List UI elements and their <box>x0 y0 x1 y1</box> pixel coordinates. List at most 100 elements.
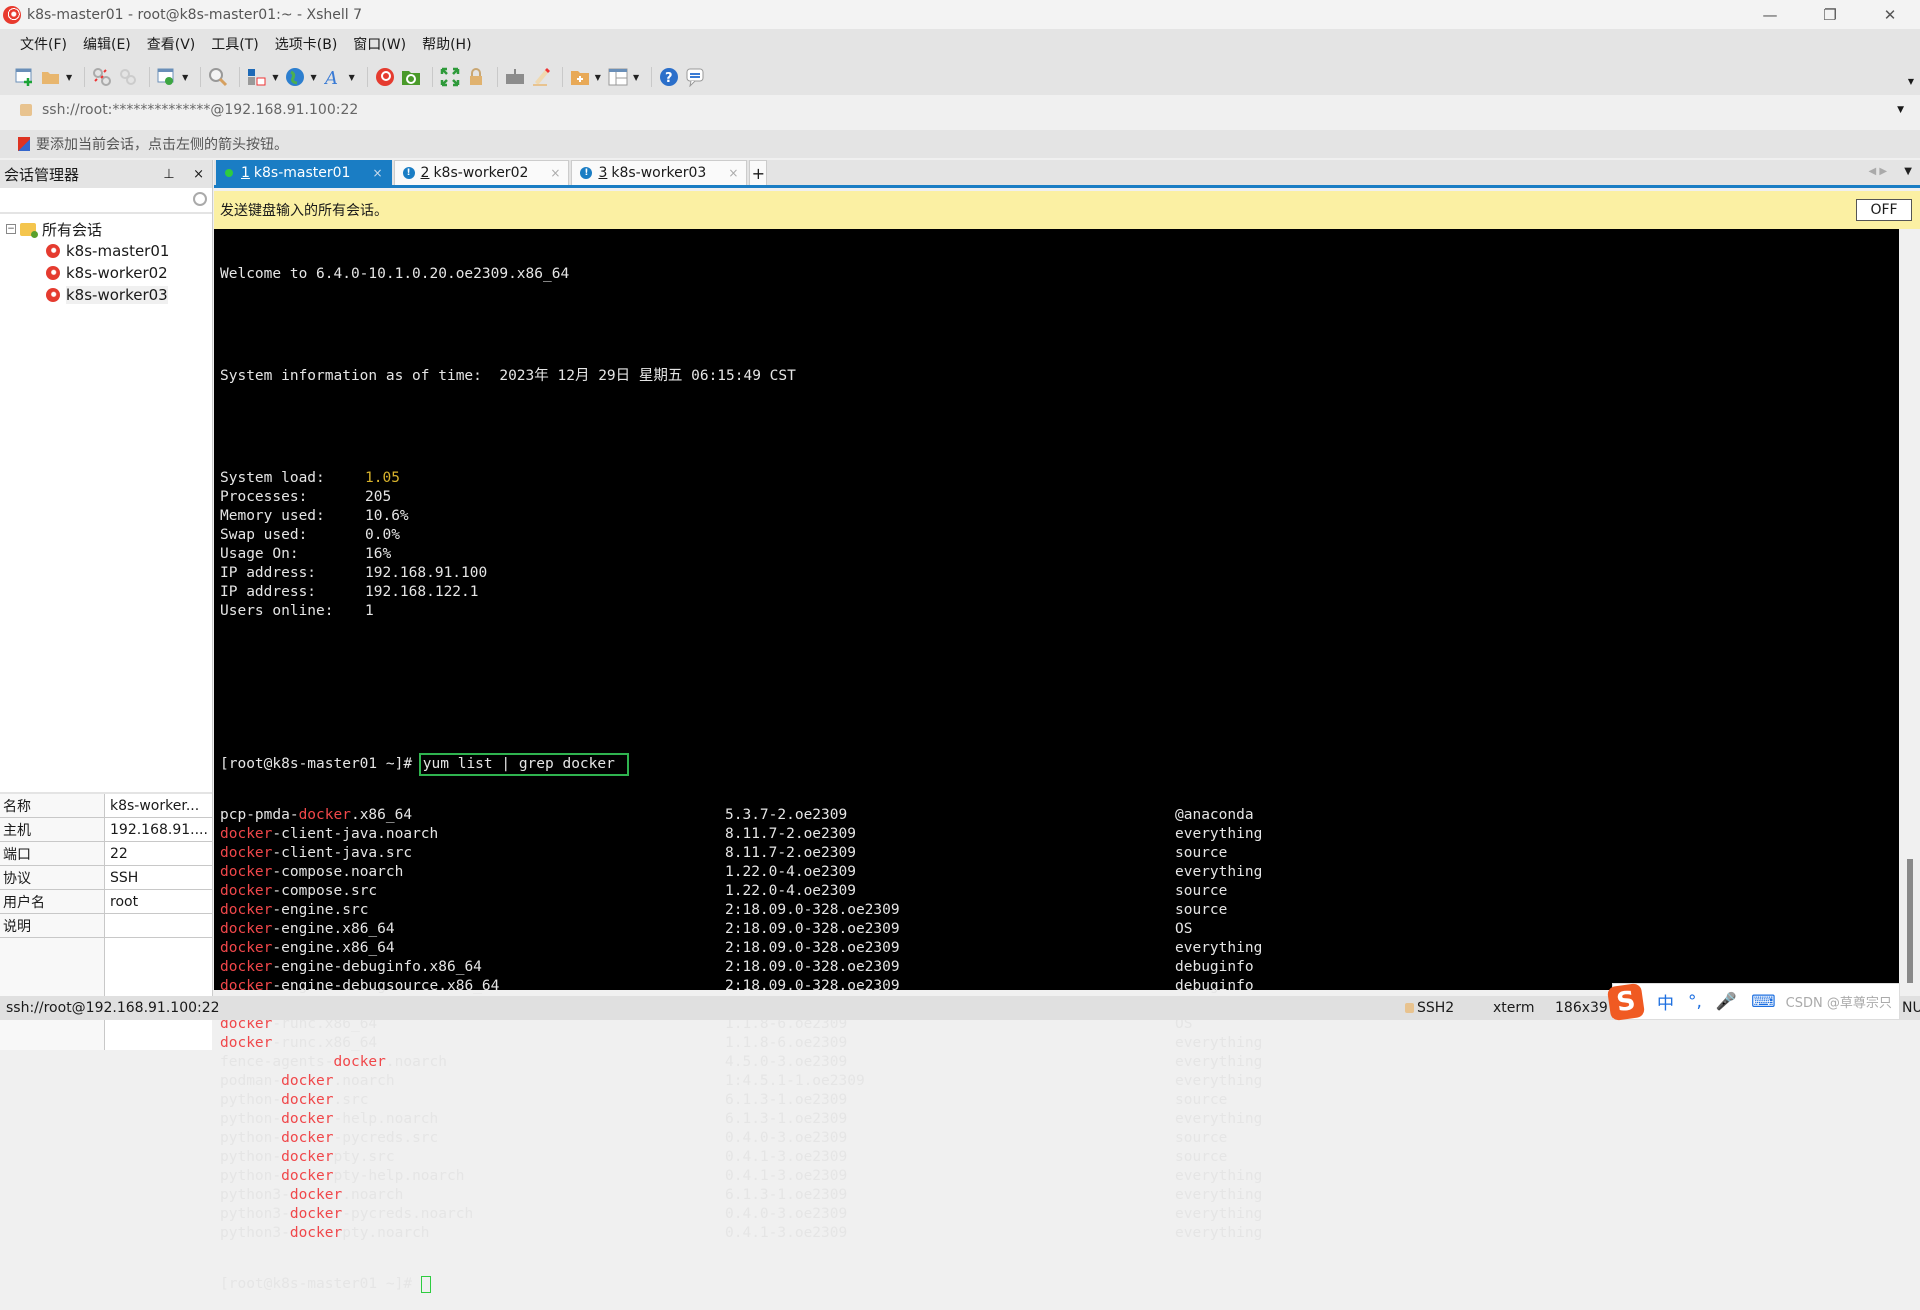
close-panel-icon[interactable]: × <box>193 167 204 182</box>
sysinfo-line: IP address: 192.168.91.100 <box>220 564 1899 583</box>
layout-dropdown-icon[interactable]: ▼ <box>633 73 639 82</box>
restore-button[interactable]: ❐ <box>1800 0 1860 29</box>
minimize-button[interactable]: — <box>1740 0 1800 29</box>
terminal-scrollbar[interactable] <box>1899 229 1920 990</box>
grep-match: docker <box>220 940 273 956</box>
font-dropdown-icon[interactable]: ▼ <box>349 73 355 82</box>
package-name-part: -pycreds.src <box>333 1130 439 1146</box>
package-name-part: python- <box>220 1149 282 1165</box>
ime-voice-icon[interactable]: 🎤 <box>1716 992 1737 1012</box>
tab-next-icon[interactable]: ▶ <box>1879 166 1887 177</box>
globe-icon[interactable] <box>284 66 306 88</box>
find-icon[interactable] <box>207 66 229 88</box>
menu-file[interactable]: 文件(F) <box>20 34 67 54</box>
warning-status-icon: ! <box>580 167 593 179</box>
disconnect-icon[interactable] <box>91 66 113 88</box>
package-name-part: -engine.x86_64 <box>272 921 395 937</box>
session-item[interactable]: k8s-worker03 <box>0 284 212 306</box>
send-all-toggle[interactable]: OFF <box>1856 199 1912 221</box>
xshell-session-icon <box>46 288 60 302</box>
close-button[interactable]: ✕ <box>1860 0 1920 29</box>
bookmark-icon[interactable] <box>18 137 30 151</box>
lock-icon <box>20 104 32 116</box>
layout-icon[interactable] <box>607 66 629 88</box>
session-properties-icon[interactable] <box>156 66 178 88</box>
sysinfo-value: 10.6% <box>365 508 409 524</box>
chat-icon[interactable] <box>684 66 706 88</box>
tab-list-dropdown-icon[interactable]: ▼ <box>1904 166 1912 177</box>
package-name: python-dockerpty-help.noarch <box>220 1168 464 1184</box>
grep-match: docker <box>289 1187 343 1203</box>
folder-dropdown-icon[interactable]: ▼ <box>595 73 601 82</box>
property-key: 名称 <box>0 794 105 817</box>
search-icon[interactable] <box>193 192 207 206</box>
properties-dropdown-icon[interactable]: ▼ <box>182 73 188 82</box>
new-session-icon[interactable] <box>14 66 36 88</box>
tab-k8s-worker03[interactable]: ! 3 k8s-worker03 × <box>571 160 748 185</box>
svg-text:A: A <box>324 68 338 87</box>
menu-tools[interactable]: 工具(T) <box>211 34 258 54</box>
tree-root-label: 所有会话 <box>42 220 103 239</box>
compose-bar: 发送键盘输入的所有会话。 OFF <box>214 191 1920 229</box>
tab-prev-icon[interactable]: ◀ <box>1869 166 1877 177</box>
ime-chinese-mode[interactable]: 中 <box>1657 989 1674 1014</box>
package-row: python3-docker-pycreds.noarch 0.4.0-3.oe2… <box>220 1205 1899 1224</box>
package-name-part: python3- <box>220 1206 290 1222</box>
globe-dropdown-icon[interactable]: ▼ <box>310 73 316 82</box>
xshell-session-icon <box>46 244 60 258</box>
tab-close-icon[interactable]: × <box>728 166 738 180</box>
ime-punctuation-icon[interactable]: °, <box>1688 992 1702 1012</box>
package-name: docker-compose.src <box>220 883 377 899</box>
package-name-part: pty.noarch <box>342 1225 430 1241</box>
open-dropdown-icon[interactable]: ▼ <box>66 73 72 82</box>
font-icon[interactable]: A <box>323 66 345 88</box>
package-name-part: .noarch <box>385 1054 447 1070</box>
tab-k8s-master01[interactable]: 1 k8s-master01 × <box>216 160 392 185</box>
package-name-part: -compose.src <box>272 883 378 899</box>
xftp-icon[interactable] <box>400 66 422 88</box>
session-search-input[interactable] <box>0 188 212 214</box>
session-label: k8s-master01 <box>66 242 170 260</box>
new-tab-button[interactable]: + <box>749 160 768 185</box>
lock-icon[interactable] <box>465 66 487 88</box>
address-dropdown-icon[interactable]: ▼ <box>1897 105 1904 115</box>
ime-keyboard-icon[interactable]: ⌨ <box>1751 992 1776 1012</box>
menu-edit[interactable]: 编辑(E) <box>83 34 131 54</box>
open-folder-icon[interactable] <box>40 66 62 88</box>
menu-help[interactable]: 帮助(H) <box>422 34 471 54</box>
fullscreen-icon[interactable] <box>439 66 461 88</box>
terminal[interactable]: Welcome to 6.4.0-10.1.0.20.oe2309.x86_64… <box>214 229 1899 1293</box>
address-input[interactable]: ssh://root:**************@192.168.91.100… <box>42 102 358 118</box>
transfer-dropdown-icon[interactable]: ▼ <box>272 73 278 82</box>
new-folder-icon[interactable] <box>569 66 591 88</box>
menu-tabs[interactable]: 选项卡(B) <box>275 34 338 54</box>
package-name: podman-docker.noarch <box>220 1073 395 1089</box>
sogou-logo-icon[interactable]: S <box>1606 982 1646 1021</box>
title-bar: k8s-master01 - root@k8s-master01:~ - Xsh… <box>0 0 1920 29</box>
ime-toolbar: S 中 °, 🎤 ⌨ CSDN @草尊宗只 <box>1606 982 1900 1021</box>
package-version: 2:18.09.0-328.oe2309 <box>725 940 900 956</box>
menu-view[interactable]: 查看(V) <box>147 34 196 54</box>
address-bar[interactable]: ssh://root:**************@192.168.91.100… <box>10 97 1910 123</box>
session-item[interactable]: k8s-worker02 <box>0 262 212 284</box>
terminal-welcome: Welcome to 6.4.0-10.1.0.20.oe2309.x86_64 <box>220 266 570 282</box>
collapse-icon[interactable]: − <box>6 224 16 234</box>
keyboard-icon[interactable] <box>504 66 526 88</box>
transfer-icon[interactable] <box>246 66 268 88</box>
tab-k8s-worker02[interactable]: ! 2 k8s-worker02 × <box>393 160 570 185</box>
tree-root-all-sessions[interactable]: − 所有会话 <box>0 218 212 240</box>
session-item[interactable]: k8s-master01 <box>0 240 212 262</box>
package-name-part: -engine.x86_64 <box>272 940 395 956</box>
menu-window[interactable]: 窗口(W) <box>353 34 406 54</box>
pin-icon[interactable]: ⊥ <box>163 167 174 182</box>
toolbar-overflow-icon[interactable]: ▼ <box>1908 77 1914 86</box>
connected-status-icon <box>225 169 233 177</box>
scrollbar-thumb[interactable] <box>1907 859 1913 983</box>
reconnect-icon[interactable] <box>117 66 139 88</box>
tab-close-icon[interactable]: × <box>372 166 382 180</box>
highlight-icon[interactable] <box>530 66 552 88</box>
tab-close-icon[interactable]: × <box>550 166 560 180</box>
package-repo: source <box>1175 902 1228 918</box>
help-icon[interactable]: ? <box>658 66 680 88</box>
xshell-icon[interactable] <box>374 66 396 88</box>
